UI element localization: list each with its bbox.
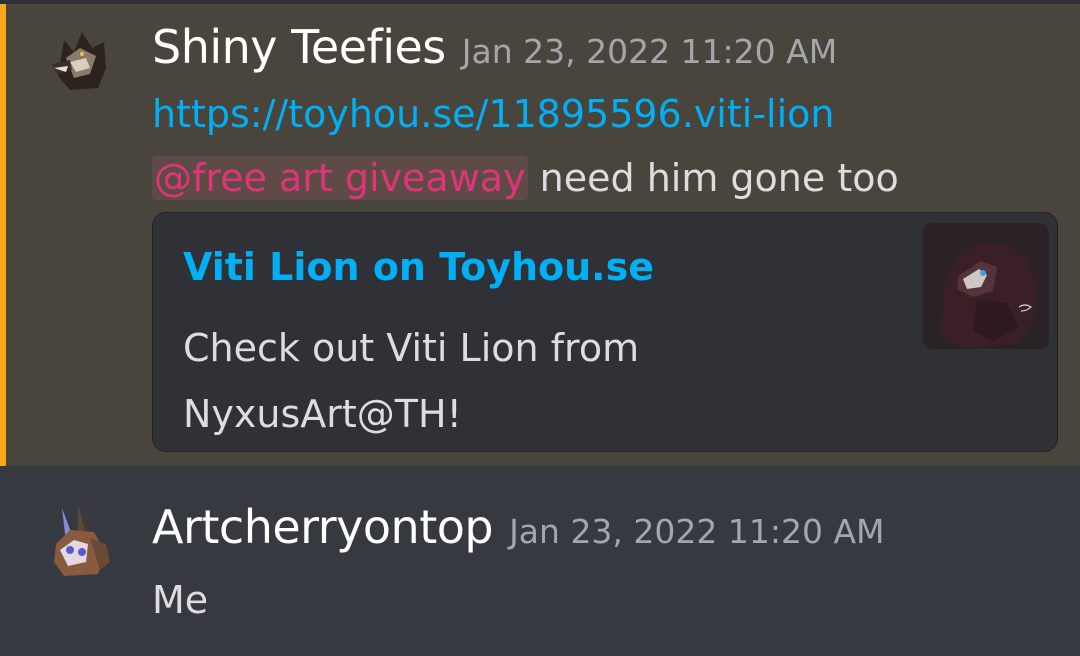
username[interactable]: Artcherryontop — [152, 500, 494, 554]
message-header: Shiny Teefies Jan 23, 2022 11:20 AM — [152, 20, 837, 74]
message-content: @free art giveaway need him gone too — [152, 156, 899, 200]
timestamp: Jan 23, 2022 11:20 AM — [461, 32, 838, 71]
message-artcherryontop[interactable]: Artcherryontop Jan 23, 2022 11:20 AM Me — [0, 466, 1080, 656]
embed-thumbnail[interactable] — [923, 223, 1049, 349]
role-mention[interactable]: @free art giveaway — [152, 156, 528, 200]
message-link[interactable]: https://toyhou.se/11895596.viti-lion — [152, 92, 834, 136]
mention-highlight-bar — [0, 4, 6, 466]
link-embed: Viti Lion on Toyhou.se Check out Viti Li… — [152, 212, 1058, 452]
message-text: Me — [152, 578, 209, 622]
username[interactable]: Shiny Teefies — [152, 20, 446, 74]
wolf-avatar-icon[interactable] — [40, 18, 120, 98]
embed-description: Check out Viti Lion from NyxusArt@TH! — [183, 326, 640, 436]
message-shiny-teefies[interactable]: Shiny Teefies Jan 23, 2022 11:20 AM http… — [0, 4, 1080, 466]
unicorn-avatar-icon[interactable] — [40, 500, 120, 580]
timestamp: Jan 23, 2022 11:20 AM — [509, 512, 885, 551]
embed-title[interactable]: Viti Lion on Toyhou.se — [183, 245, 654, 289]
message-text: need him gone too — [527, 156, 899, 200]
message-header: Artcherryontop Jan 23, 2022 11:20 AM — [152, 500, 885, 554]
